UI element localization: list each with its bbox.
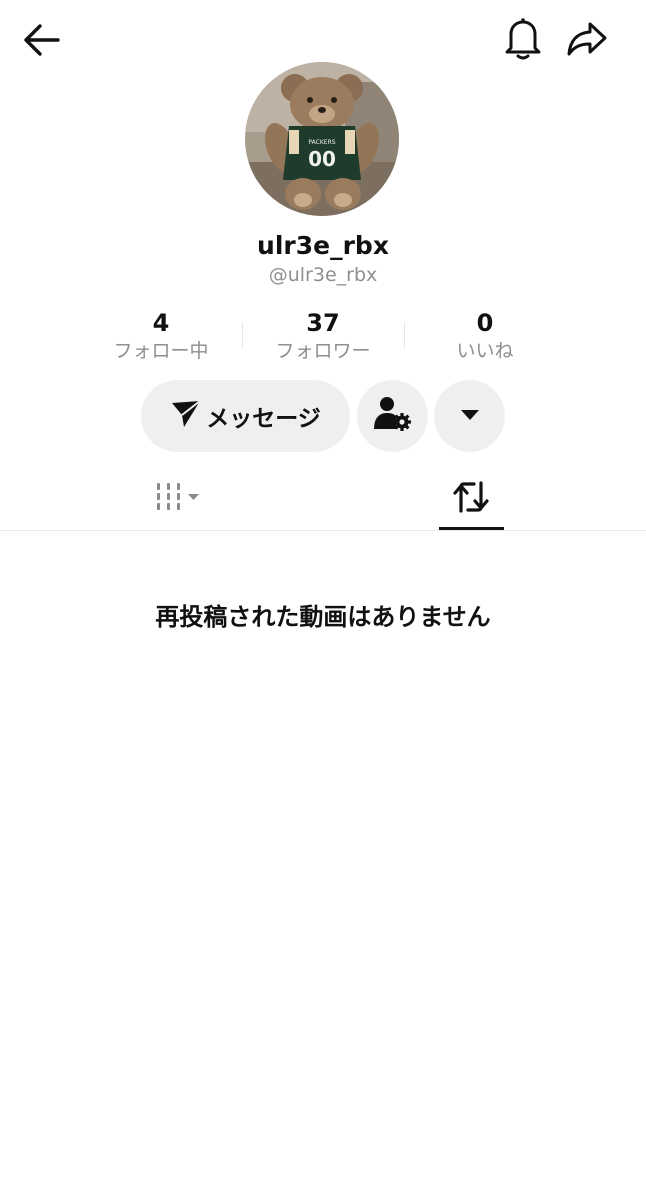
following-label: フォロー中	[113, 340, 209, 362]
arrow-left-icon	[22, 22, 62, 62]
notification-button[interactable]	[496, 14, 550, 68]
svg-text:00: 00	[308, 147, 336, 171]
likes-count: 0	[476, 309, 494, 337]
following-count: 4	[152, 309, 170, 337]
followers-label: フォロワー	[275, 340, 371, 362]
share-arrow-icon	[566, 20, 608, 62]
caret-down-icon	[459, 407, 481, 426]
likes-label: いいね	[456, 340, 514, 362]
avatar[interactable]: 00 PACKERS	[245, 62, 399, 216]
more-options-button[interactable]	[434, 380, 505, 452]
message-button-label: メッセージ	[206, 406, 321, 432]
profile-page: 00 PACKERS ulr3e_rbx @ulr3e_rbx 4 フォロー中 …	[0, 0, 646, 1200]
svg-text:PACKERS: PACKERS	[308, 139, 335, 146]
grid-bars-icon	[155, 481, 205, 517]
tab-videos[interactable]	[120, 468, 240, 530]
bell-icon	[503, 16, 543, 66]
avatar-image: 00 PACKERS	[245, 62, 399, 216]
user-gear-icon	[373, 395, 413, 437]
message-button[interactable]: メッセージ	[141, 380, 350, 452]
send-plane-icon	[170, 399, 202, 433]
share-button[interactable]	[560, 14, 614, 68]
stat-likes[interactable]: 0 いいね	[405, 308, 565, 364]
empty-state-message: 再投稿された動画はありません	[155, 603, 491, 631]
tab-reposts[interactable]	[438, 468, 504, 530]
username-handle: @ulr3e_rbx	[268, 264, 378, 286]
friend-settings-button[interactable]	[357, 380, 428, 452]
repost-icon	[452, 479, 490, 519]
stat-followers[interactable]: 37 フォロワー	[243, 308, 403, 364]
followers-count: 37	[306, 309, 340, 337]
tab-divider	[0, 530, 646, 531]
display-name: ulr3e_rbx	[257, 231, 389, 260]
stat-following[interactable]: 4 フォロー中	[81, 308, 241, 364]
back-button[interactable]	[14, 16, 70, 68]
